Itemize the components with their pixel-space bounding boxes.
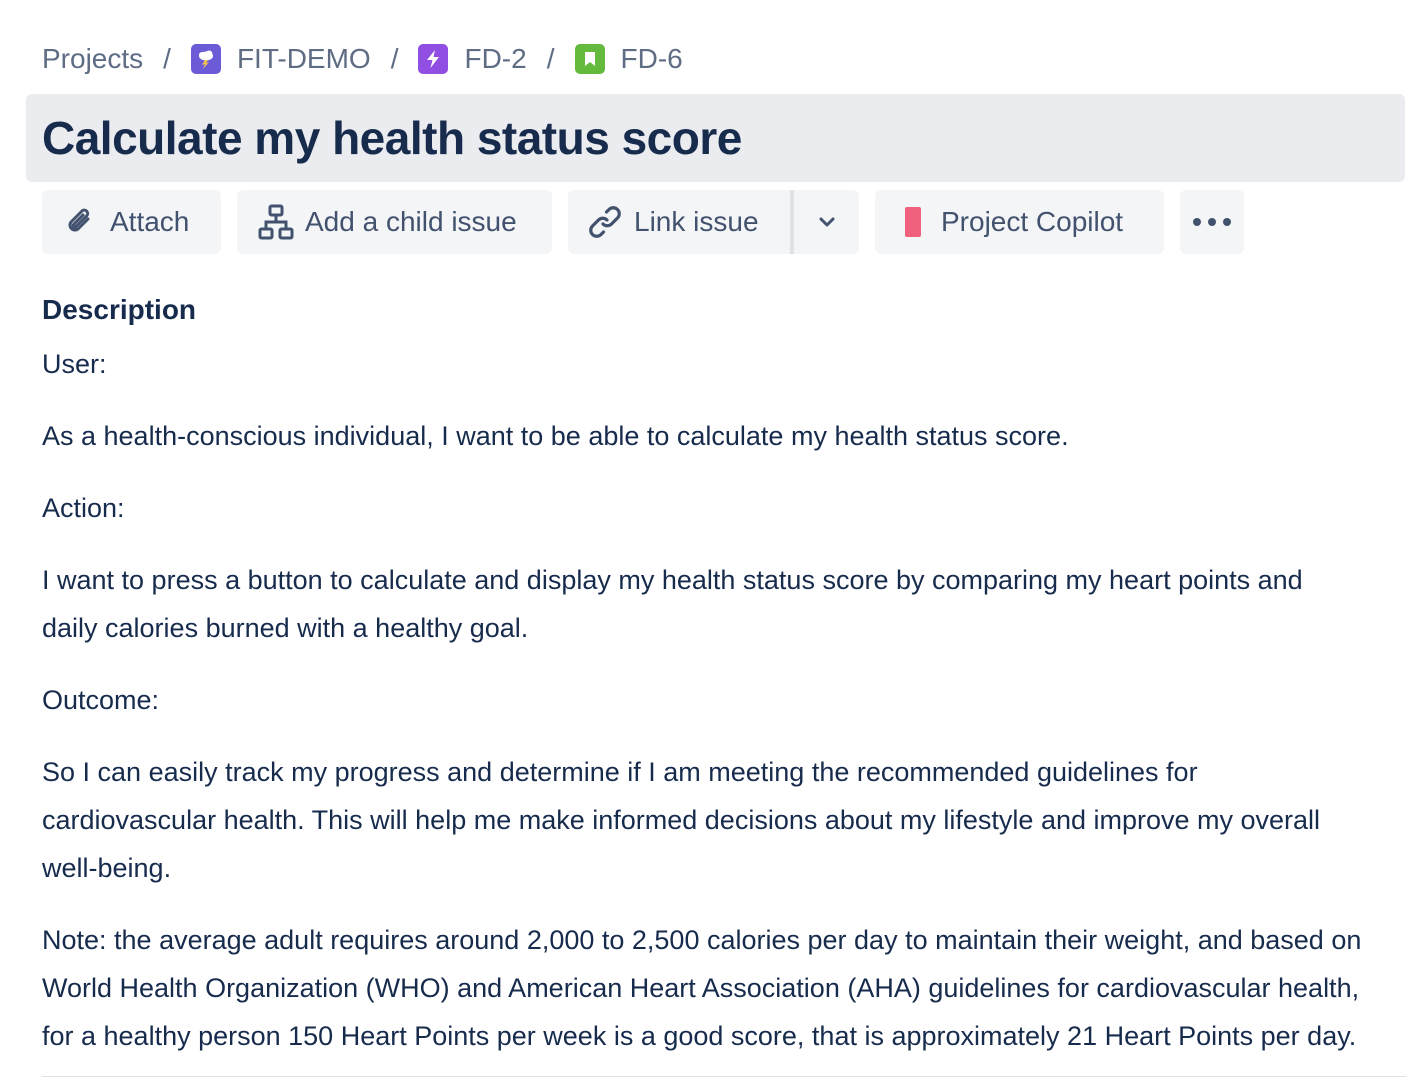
description-paragraph: User: bbox=[42, 349, 107, 379]
breadcrumb: Projects / FIT-DEMO / FD-2 / FD-6 bbox=[42, 38, 683, 80]
description-paragraph: As a health-conscious individual, I want… bbox=[42, 421, 1069, 451]
attach-button[interactable]: Attach bbox=[42, 190, 221, 254]
breadcrumb-separator: / bbox=[546, 43, 555, 74]
breadcrumb-projects[interactable]: Projects bbox=[42, 43, 143, 75]
breadcrumb-project-fit-demo[interactable]: FIT-DEMO bbox=[190, 43, 371, 75]
breadcrumb-story-fd-6[interactable]: FD-6 bbox=[574, 43, 683, 75]
add-child-issue-button[interactable]: Add a child issue bbox=[237, 190, 552, 254]
description-paragraph: Note: the average adult requires around … bbox=[42, 925, 1362, 1051]
breadcrumb-epic-fd-2[interactable]: FD-2 bbox=[418, 43, 527, 75]
more-horizontal-icon bbox=[1192, 217, 1232, 227]
project-copilot-button[interactable]: Project Copilot bbox=[875, 190, 1164, 254]
epic-icon bbox=[418, 44, 449, 74]
hierarchy-icon bbox=[257, 203, 295, 241]
description-paragraph: Outcome: bbox=[42, 685, 160, 715]
add-child-issue-label: Add a child issue bbox=[305, 206, 517, 237]
link-icon bbox=[586, 203, 624, 241]
paperclip-icon bbox=[62, 204, 98, 240]
breadcrumb-label: FIT-DEMO bbox=[236, 43, 371, 74]
breadcrumb-label: FD-6 bbox=[620, 43, 683, 74]
issue-title-field[interactable]: Calculate my health status score bbox=[26, 94, 1405, 182]
divider bbox=[42, 1076, 1406, 1077]
link-issue-button[interactable]: Link issue bbox=[568, 190, 859, 254]
story-icon bbox=[574, 44, 605, 74]
description-paragraph: Action: bbox=[42, 493, 125, 523]
issue-view: Projects / FIT-DEMO / FD-2 / FD-6 Calcul… bbox=[0, 0, 1406, 1078]
project-copilot-label: Project Copilot bbox=[941, 206, 1124, 237]
breadcrumb-separator: / bbox=[390, 43, 399, 74]
description-body[interactable]: User: As a health-conscious individual, … bbox=[42, 340, 1362, 1078]
link-issue-label: Link issue bbox=[634, 206, 759, 237]
breadcrumb-label: FD-2 bbox=[464, 43, 527, 74]
project-avatar-icon bbox=[190, 44, 221, 74]
description-paragraph: So I can easily track my progress and de… bbox=[42, 757, 1321, 883]
copilot-icon bbox=[905, 207, 921, 237]
chevron-down-icon bbox=[819, 217, 834, 227]
link-issue-dropdown[interactable] bbox=[794, 190, 859, 254]
attach-label: Attach bbox=[110, 206, 190, 237]
breadcrumb-label: Projects bbox=[42, 43, 144, 74]
description-heading: Description bbox=[42, 294, 197, 325]
description-paragraph: I want to press a button to calculate an… bbox=[42, 565, 1303, 643]
breadcrumb-separator: / bbox=[163, 43, 171, 74]
more-actions-button[interactable] bbox=[1180, 190, 1244, 254]
page-title: Calculate my health status score bbox=[42, 112, 742, 164]
